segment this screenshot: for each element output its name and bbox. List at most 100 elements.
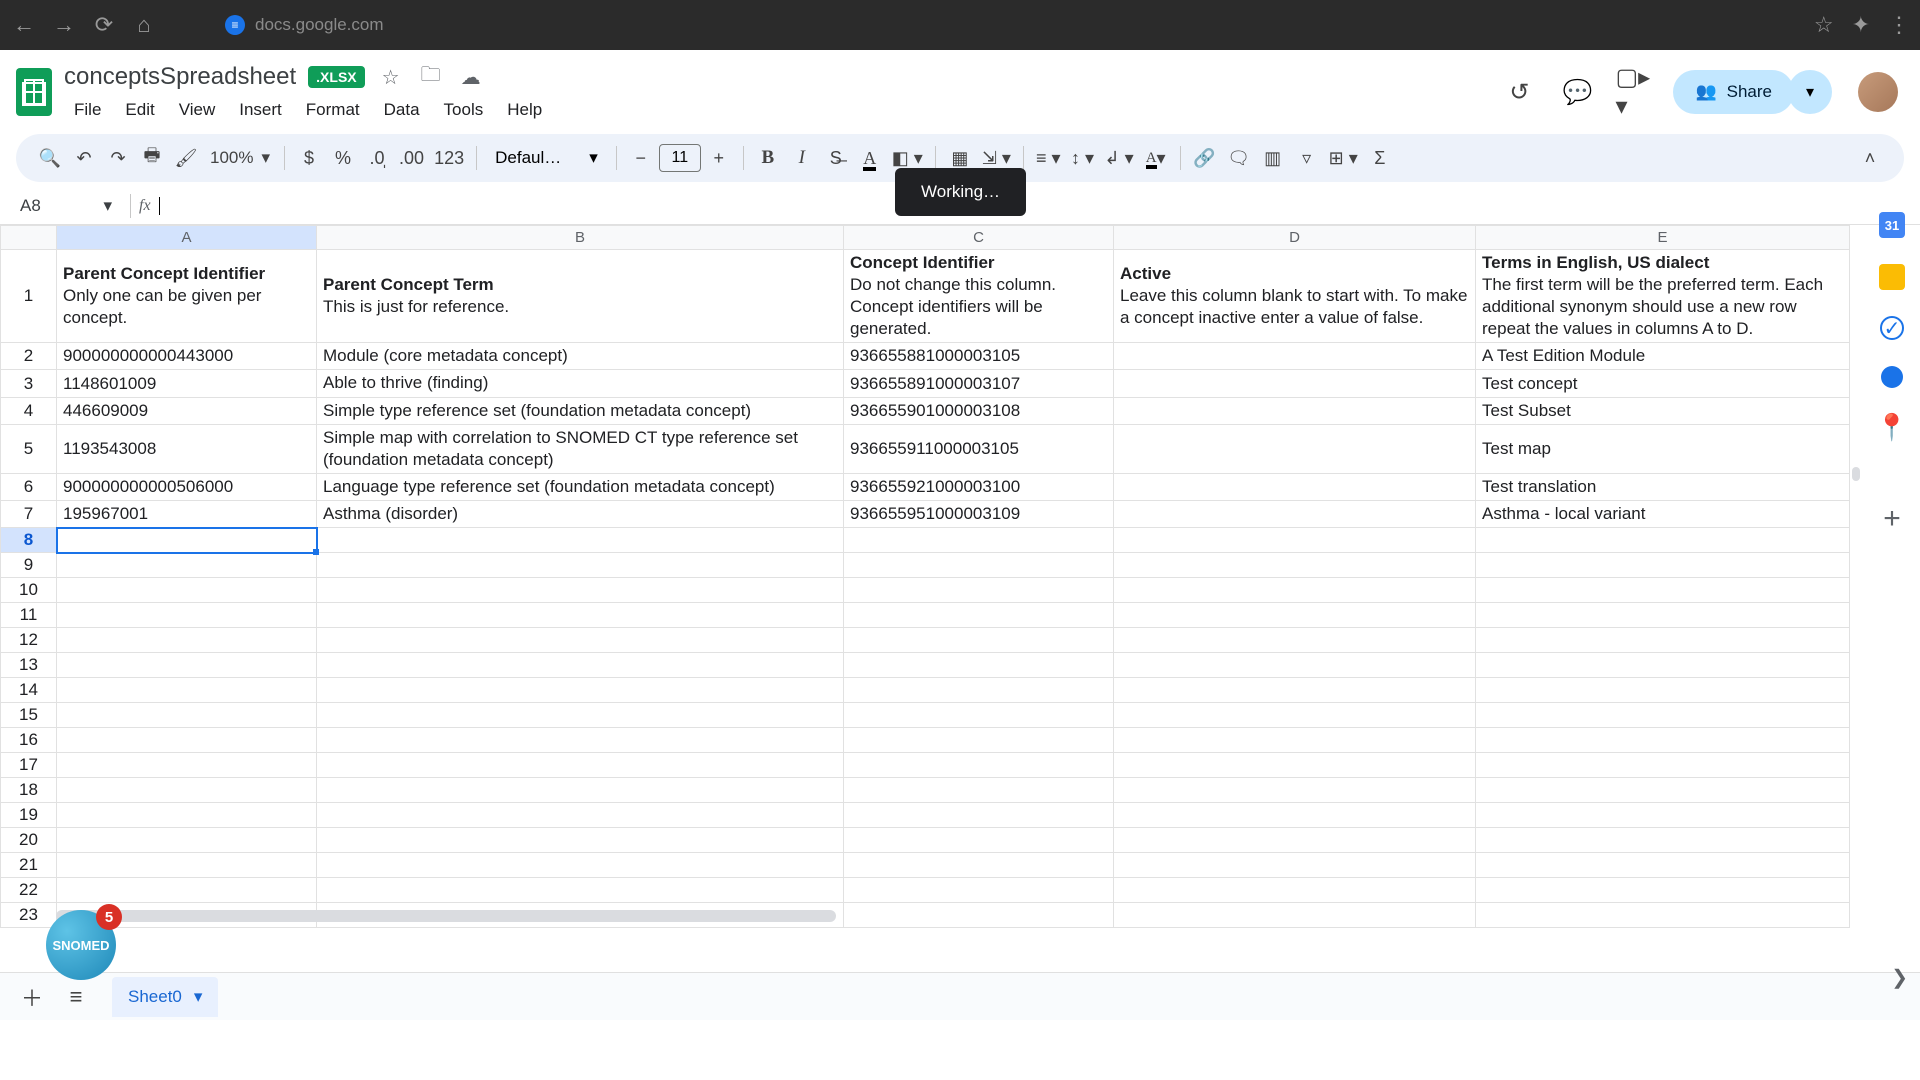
cell[interactable] [317, 803, 844, 828]
cell[interactable]: Simple type reference set (foundation me… [317, 397, 844, 424]
row-header[interactable]: 8 [1, 528, 57, 553]
cell[interactable] [1476, 603, 1850, 628]
home-button[interactable]: ⌂ [130, 12, 158, 38]
cell[interactable] [57, 603, 317, 628]
functions-button[interactable]: Σ [1364, 142, 1396, 174]
cell[interactable]: 936655891000003107 [844, 370, 1114, 397]
row-header[interactable]: 11 [1, 603, 57, 628]
cell[interactable] [1114, 878, 1476, 903]
calendar-app-icon[interactable]: 31 [1879, 212, 1905, 238]
bold-button[interactable]: B [752, 142, 784, 174]
row-header[interactable]: 6 [1, 473, 57, 500]
cell[interactable] [317, 878, 844, 903]
cell[interactable]: 1148601009 [57, 370, 317, 397]
cell[interactable]: Parent Concept TermThis is just for refe… [317, 250, 844, 343]
cell[interactable] [317, 528, 844, 553]
comments-icon[interactable]: 💬 [1557, 72, 1597, 112]
horizontal-align-button[interactable]: ≡ ▾ [1032, 142, 1065, 174]
paint-format-button[interactable]: 🖌 [170, 142, 202, 174]
column-header-B[interactable]: B [317, 226, 844, 250]
cell[interactable] [57, 578, 317, 603]
row-header[interactable]: 7 [1, 500, 57, 527]
cell[interactable] [1476, 903, 1850, 928]
cell[interactable] [317, 853, 844, 878]
cell[interactable]: Test translation [1476, 473, 1850, 500]
cell[interactable] [1476, 828, 1850, 853]
vertical-align-button[interactable]: ↕ ▾ [1067, 142, 1099, 174]
cell[interactable]: 936655921000003100 [844, 473, 1114, 500]
increase-decimal-button[interactable]: .00 [395, 142, 428, 174]
name-box-dropdown-icon[interactable]: ▾ [103, 196, 112, 216]
text-color-button[interactable]: A [854, 142, 886, 174]
floating-help-badge[interactable]: SNOMED 5 [46, 910, 116, 980]
cell[interactable] [844, 778, 1114, 803]
add-sheet-button[interactable]: ＋ [14, 979, 50, 1015]
cell[interactable]: A Test Edition Module [1476, 343, 1850, 370]
cell[interactable] [1476, 628, 1850, 653]
row-header[interactable]: 13 [1, 653, 57, 678]
cell[interactable] [1114, 553, 1476, 578]
cell[interactable] [317, 578, 844, 603]
cell[interactable] [1114, 803, 1476, 828]
text-wrap-button[interactable]: ↲ ▾ [1101, 142, 1138, 174]
cell[interactable] [1476, 703, 1850, 728]
row-header[interactable]: 5 [1, 424, 57, 473]
create-filter-button[interactable]: ▿ [1291, 142, 1323, 174]
cell[interactable] [1476, 803, 1850, 828]
collapse-toolbar-button[interactable]: ˄ [1854, 142, 1886, 174]
cell[interactable]: Asthma (disorder) [317, 500, 844, 527]
cell[interactable] [1114, 903, 1476, 928]
search-menus-icon[interactable]: 🔍 [34, 142, 66, 174]
cell[interactable] [844, 903, 1114, 928]
row-header[interactable]: 20 [1, 828, 57, 853]
cell[interactable] [1114, 653, 1476, 678]
cell[interactable] [1114, 853, 1476, 878]
sheet-tab-active[interactable]: Sheet0 ▾ [112, 977, 218, 1017]
document-title[interactable]: conceptsSpreadsheet [64, 63, 296, 91]
undo-button[interactable]: ↶ [68, 142, 100, 174]
cell[interactable] [1476, 528, 1850, 553]
increase-font-size-button[interactable]: + [703, 142, 735, 174]
cell[interactable] [1114, 728, 1476, 753]
font-size-input[interactable]: 11 [659, 144, 701, 172]
cell[interactable]: 936655881000003105 [844, 343, 1114, 370]
menu-view[interactable]: View [169, 96, 226, 124]
cell[interactable] [1114, 473, 1476, 500]
cell[interactable] [844, 578, 1114, 603]
cell[interactable] [1114, 397, 1476, 424]
menu-format[interactable]: Format [296, 96, 370, 124]
star-icon[interactable]: ☆ [377, 65, 405, 90]
cell[interactable]: ActiveLeave this column blank to start w… [1114, 250, 1476, 343]
row-header[interactable]: 16 [1, 728, 57, 753]
cell[interactable] [1114, 678, 1476, 703]
bookmark-star-icon[interactable]: ☆ [1814, 12, 1834, 38]
sheets-app-icon[interactable] [16, 68, 52, 116]
forward-button[interactable]: → [50, 12, 78, 38]
move-icon[interactable]: 🗀 [417, 60, 445, 94]
cell[interactable] [1114, 828, 1476, 853]
cell[interactable]: Terms in English, US dialectThe first te… [1476, 250, 1850, 343]
column-header-D[interactable]: D [1114, 226, 1476, 250]
cell[interactable] [317, 653, 844, 678]
cell[interactable]: 195967001 [57, 500, 317, 527]
cell[interactable] [1114, 370, 1476, 397]
cell[interactable] [57, 528, 317, 553]
cell[interactable] [317, 703, 844, 728]
column-header-A[interactable]: A [57, 226, 317, 250]
insert-link-button[interactable]: 🔗 [1189, 142, 1221, 174]
reload-button[interactable]: ⟳ [90, 12, 118, 38]
cell[interactable] [844, 878, 1114, 903]
more-formats-button[interactable]: 123 [430, 142, 468, 174]
cloud-status-icon[interactable]: ☁ [457, 65, 485, 90]
cell[interactable] [1114, 628, 1476, 653]
strikethrough-button[interactable]: S̶ [820, 142, 852, 174]
cell[interactable] [317, 828, 844, 853]
cell[interactable]: Test map [1476, 424, 1850, 473]
cell[interactable] [317, 603, 844, 628]
cell[interactable] [844, 728, 1114, 753]
keep-app-icon[interactable] [1879, 264, 1905, 290]
share-dropdown-button[interactable]: ▾ [1788, 70, 1832, 114]
cell[interactable] [1476, 578, 1850, 603]
cell[interactable] [57, 553, 317, 578]
row-header[interactable]: 19 [1, 803, 57, 828]
